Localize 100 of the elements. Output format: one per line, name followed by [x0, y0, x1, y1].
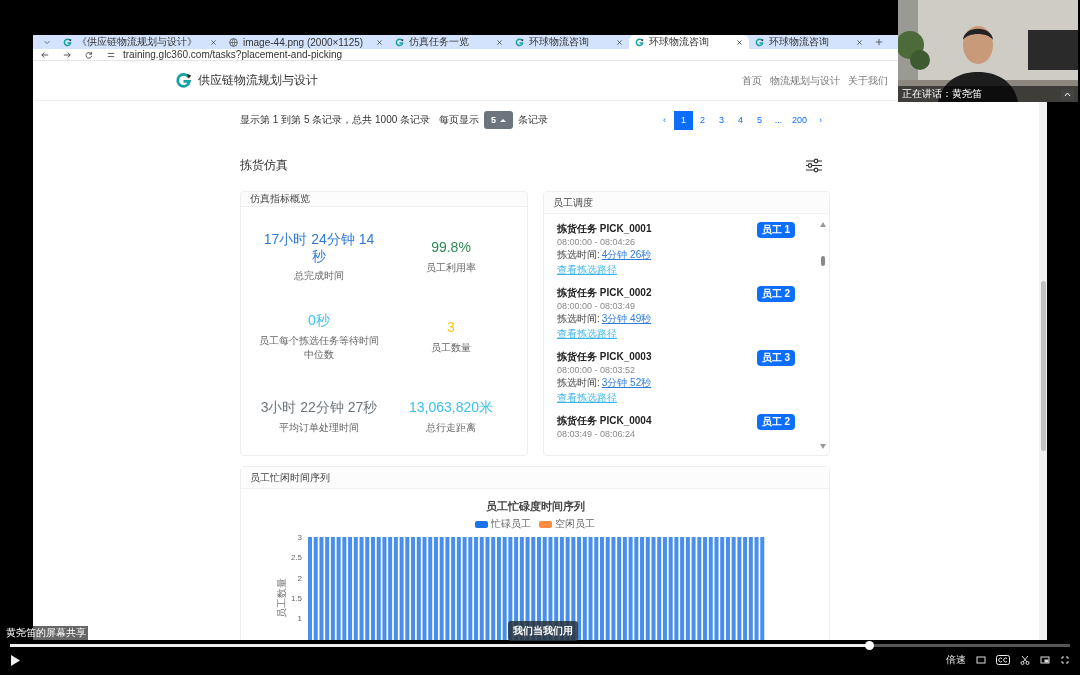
speaker-label: 正在讲话：黄尧笛 — [902, 87, 982, 101]
reload-icon[interactable] — [85, 50, 93, 59]
metric-value: 0秒 — [307, 312, 331, 329]
page-button[interactable]: 3 — [711, 110, 731, 130]
task-time: 08:00:00 - 08:03:49 — [557, 301, 636, 311]
task-title: 拣货任务 PICK_0004 — [557, 414, 652, 428]
worker-badge: 员工 3 — [756, 350, 795, 366]
picture-in-picture-icon[interactable] — [1040, 655, 1050, 665]
legend-label: 空闲员工 — [555, 517, 595, 531]
task-title: 拣货任务 PICK_0001 — [557, 222, 652, 236]
card-title: 员工忙闲时间序列 — [241, 467, 829, 489]
per-page-label: 每页显示 — [439, 113, 480, 127]
logo-icon — [63, 37, 72, 47]
close-icon[interactable] — [376, 38, 384, 46]
metric-label: 平均订单处理时间 — [279, 420, 359, 435]
globe-icon — [229, 37, 238, 47]
nav-link[interactable]: 关于我们 — [848, 73, 888, 88]
page-button[interactable]: 1 — [673, 110, 693, 130]
logo-icon — [635, 37, 645, 47]
metric-label: 总行走距离 — [426, 420, 476, 435]
metric-value: 13,063,820米 — [407, 399, 495, 416]
scrollbar-thumb[interactable] — [821, 255, 825, 266]
scroll-up-icon[interactable] — [820, 222, 826, 227]
scissors-icon[interactable] — [1020, 655, 1030, 665]
screen-share-label: 黄尧笛的屏幕共享 — [4, 626, 88, 640]
metric-label: 员工数量 — [431, 340, 471, 355]
next-page-button[interactable]: › — [811, 110, 830, 130]
back-arrow-icon[interactable] — [41, 50, 49, 59]
logo-icon — [515, 37, 525, 47]
caret-icon — [500, 117, 507, 123]
worker-badge: 员工 2 — [756, 414, 795, 430]
duration-label: 拣选时间: — [557, 312, 600, 326]
exit-fullscreen-icon[interactable] — [1060, 655, 1070, 665]
page-button[interactable]: 4 — [730, 110, 750, 130]
metric-value: 3 — [446, 319, 456, 336]
browser-tab[interactable]: 《供应链物流规划与设计》 — [57, 35, 223, 49]
per-page-suffix: 条记录 — [518, 113, 549, 127]
site-title: 供应链物流规划与设计 — [198, 72, 318, 89]
page-button[interactable]: ... — [768, 110, 788, 130]
browser-tab[interactable]: 环球物流咨询 — [629, 35, 750, 49]
worker-badge: 员工 1 — [756, 222, 795, 238]
task-title: 拣货任务 PICK_0003 — [557, 350, 652, 364]
y-tick-label: 2.5 — [290, 553, 303, 563]
task-title: 拣货任务 PICK_0002 — [557, 286, 652, 300]
chart-title: 员工忙碌度时间序列 — [484, 499, 586, 514]
y-axis-title: 员工数量 — [276, 577, 287, 618]
browser-tab[interactable]: 仿真任务一览 — [389, 35, 510, 49]
page-scrollbar-thumb[interactable] — [1040, 281, 1046, 451]
task-time: 08:03:49 - 08:06:24 — [557, 429, 636, 439]
duration-label: 拣选时间: — [557, 248, 600, 262]
nav-link[interactable]: 首页 — [742, 73, 762, 88]
browser-tab[interactable]: 环球物流咨询 — [509, 35, 630, 49]
logo-icon — [395, 37, 405, 47]
previous-page-button[interactable]: ‹ — [654, 110, 674, 130]
legend-label: 忙碌员工 — [491, 517, 531, 531]
page-button[interactable]: 200 — [787, 110, 811, 130]
per-page-dropdown[interactable]: 5 — [484, 111, 514, 129]
captions-icon[interactable] — [996, 655, 1010, 665]
progress-thumb[interactable] — [864, 641, 874, 650]
close-icon[interactable] — [496, 38, 504, 46]
task-time: 08:00:00 - 08:03:52 — [557, 365, 636, 375]
y-tick-label: 2 — [297, 573, 303, 583]
page-button[interactable]: 5 — [749, 110, 769, 130]
collapse-button[interactable] — [1061, 88, 1074, 100]
caret-icon — [1064, 91, 1071, 97]
close-icon[interactable] — [736, 38, 744, 46]
duration-label: 拣选时间: — [557, 376, 600, 390]
address-field[interactable]: training.glc360.com/tasks?placement-and-picking — [123, 49, 342, 60]
scroll-down-icon[interactable] — [820, 444, 826, 449]
section-title: 拣货仿真 — [240, 156, 288, 174]
browser-tab[interactable]: image-44.png (2000×1125) — [223, 35, 390, 49]
browser-tab[interactable]: 环球物流咨询 — [749, 35, 870, 49]
duration-link[interactable]: 3分钟 52秒 — [601, 376, 652, 390]
card-title: 仿真指标概览 — [241, 192, 527, 207]
close-icon[interactable] — [210, 38, 217, 46]
screen-icon[interactable] — [976, 655, 986, 665]
metric-value: 99.8% — [430, 239, 472, 256]
close-icon[interactable] — [616, 38, 624, 46]
worker-badge: 员工 2 — [756, 286, 795, 302]
subtitle: 我们当我们用 — [508, 621, 578, 641]
page-button[interactable]: 2 — [692, 110, 712, 130]
play-icon[interactable] — [10, 654, 20, 666]
site-settings-icon[interactable] — [107, 50, 115, 59]
progress-bar[interactable] — [10, 644, 1070, 647]
nav-link[interactable]: 物流规划与设计 — [770, 73, 840, 88]
plus-icon[interactable] — [875, 38, 884, 46]
speed-button[interactable]: 倍速 — [946, 653, 966, 667]
metric-label: 总完成时间 — [294, 268, 344, 283]
logo-icon — [175, 72, 192, 89]
logo-icon — [755, 37, 765, 47]
forward-arrow-icon[interactable] — [63, 50, 71, 59]
metric-value: 17小时 24分钟 14秒 — [262, 231, 376, 264]
duration-link[interactable]: 4分钟 26秒 — [601, 248, 652, 262]
metric-value: 3小时 22分钟 27秒 — [259, 399, 379, 416]
duration-link[interactable]: 3分钟 49秒 — [601, 312, 652, 326]
y-tick-label: 1.5 — [290, 593, 303, 603]
sliders-icon[interactable] — [805, 157, 822, 173]
close-icon[interactable] — [856, 38, 864, 46]
task-time: 08:00:00 - 08:04:26 — [557, 237, 636, 247]
y-tick-label: 1 — [297, 614, 303, 623]
